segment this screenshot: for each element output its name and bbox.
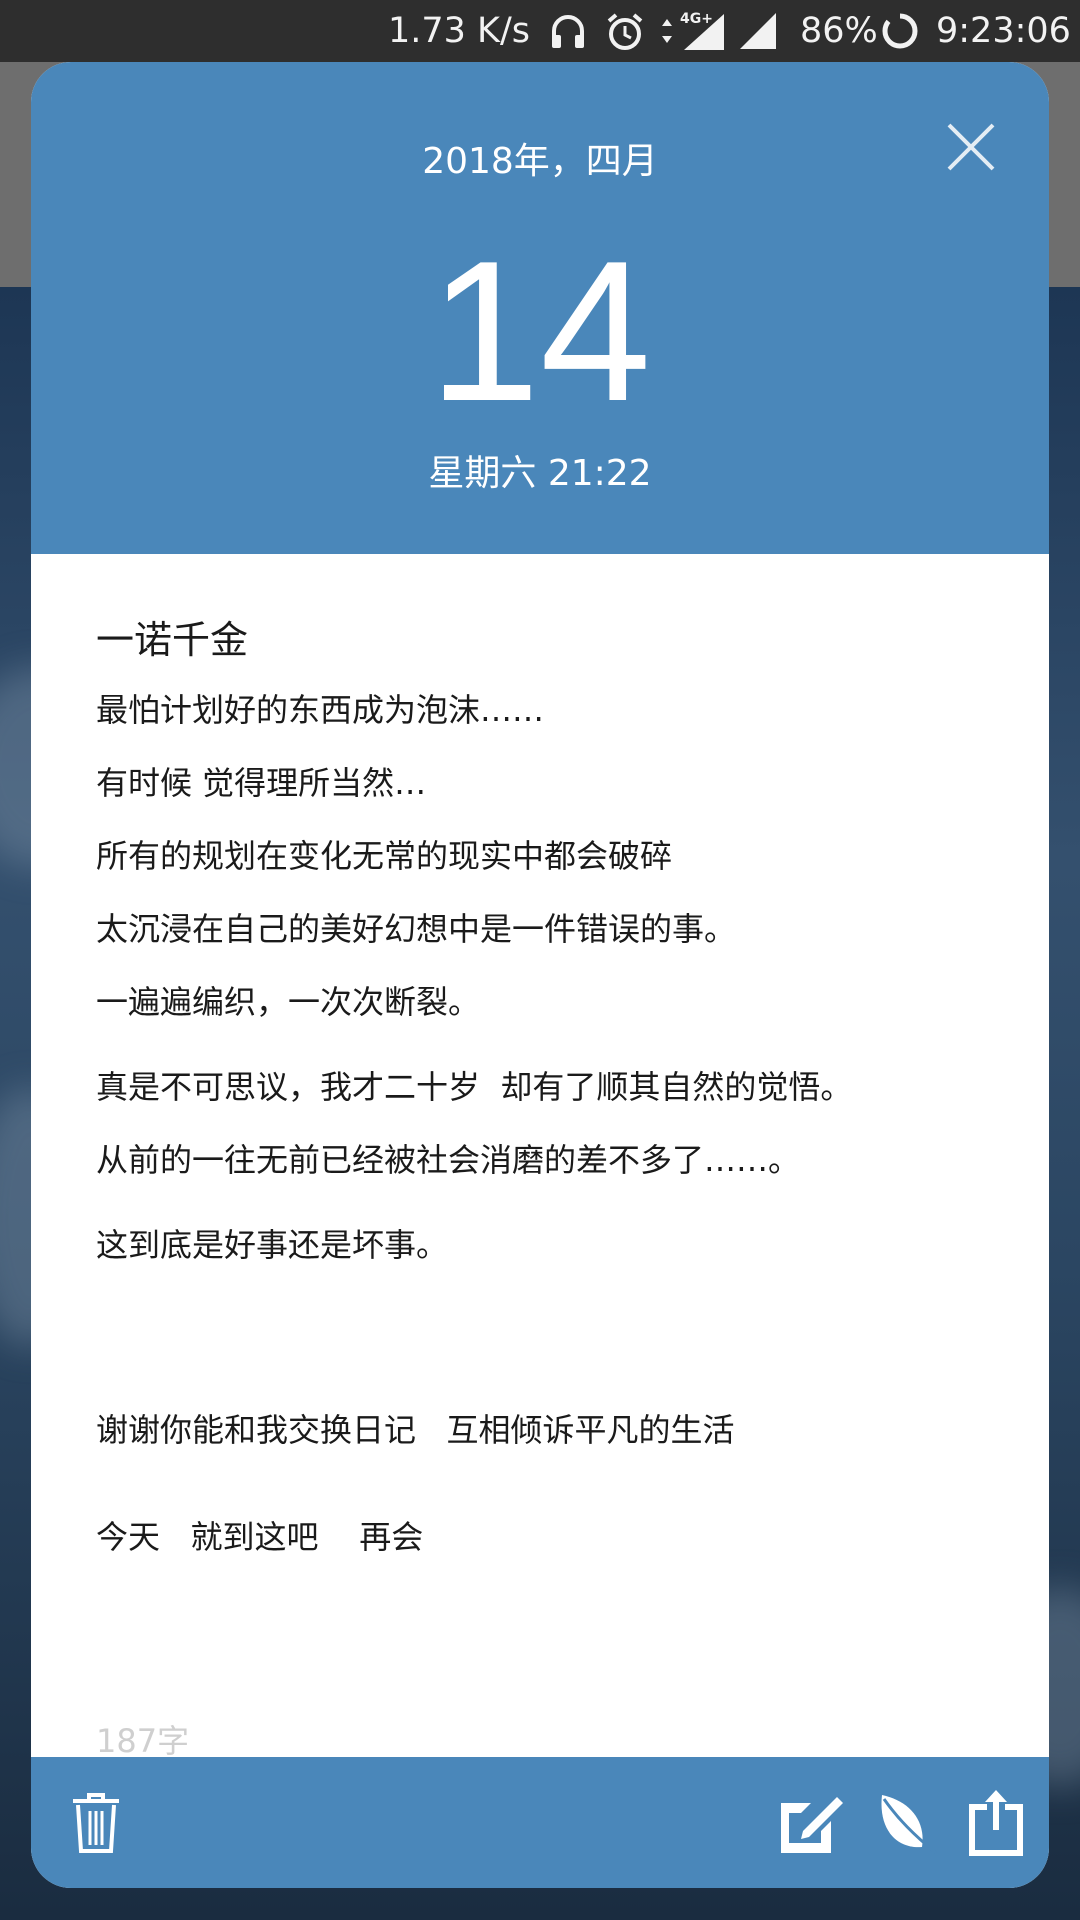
diary-line: 太沉浸在自己的美好幻想中是一件错误的事。 [96,910,737,948]
weekday-time: 星期六 21:22 [428,453,652,494]
battery-ring-icon [880,11,920,60]
leaf-button[interactable] [866,1757,946,1888]
signal-4g-icon: 4G+ [680,8,726,61]
word-count: 187字 [96,1722,190,1760]
clock: 9:23:06 [936,11,1071,51]
diary-line: 最怕计划好的东西成为泡沫…… [96,691,545,729]
edit-button[interactable] [771,1757,851,1888]
diary-line: 今天 就到这吧 再会 [96,1518,424,1556]
diary-line: 从前的一往无前已经被社会消磨的差不多了……。 [96,1141,801,1179]
diary-line: 真是不可思议，我才二十岁 却有了顺其自然的觉悟。 [96,1068,853,1106]
edit-icon [781,1796,843,1853]
diary-line: 谢谢你能和我交换日记 互相倾诉平凡的生活 [96,1411,735,1449]
alarm-icon [604,11,646,62]
diary-line: 有时候 觉得理所当然… [96,764,427,802]
diary-line: 这到底是好事还是坏事。 [96,1226,449,1264]
share-button[interactable] [956,1757,1036,1888]
network-type: 4G+ [680,11,713,27]
diary-line: 所有的规划在变化无常的现实中都会破碎 [96,837,673,875]
share-icon [969,1789,1023,1856]
diary-body: 一诺千金 最怕计划好的东西成为泡沫…… 有时候 觉得理所当然… 所有的规划在变化… [96,614,996,1588]
day-number: 14 [428,220,652,443]
year-month: 2018年，四月 [422,141,658,182]
status-bar: 1.73 K/s 4G+ 86% 9:23:06 [0,0,1080,62]
delete-button[interactable] [51,1757,141,1888]
date-header: 2018年，四月 14 星期六 21:22 [31,62,1049,554]
diary-line: 一遍遍编织，一次次断裂。 [96,983,481,1021]
battery-percent: 86% [800,11,878,51]
bottom-toolbar [31,1757,1049,1888]
data-arrows-icon [660,11,674,60]
leaf-icon [881,1794,937,1854]
headphones-icon [548,11,588,60]
close-button[interactable] [941,117,1001,177]
diary-title: 一诺千金 [96,618,249,662]
diary-card: 2018年，四月 14 星期六 21:22 一诺千金 最怕计划好的东西成为泡沫…… [31,62,1049,1888]
trash-icon [73,1792,119,1853]
network-speed: 1.73 K/s [388,11,531,51]
close-icon [947,123,995,171]
signal-icon [738,11,778,60]
